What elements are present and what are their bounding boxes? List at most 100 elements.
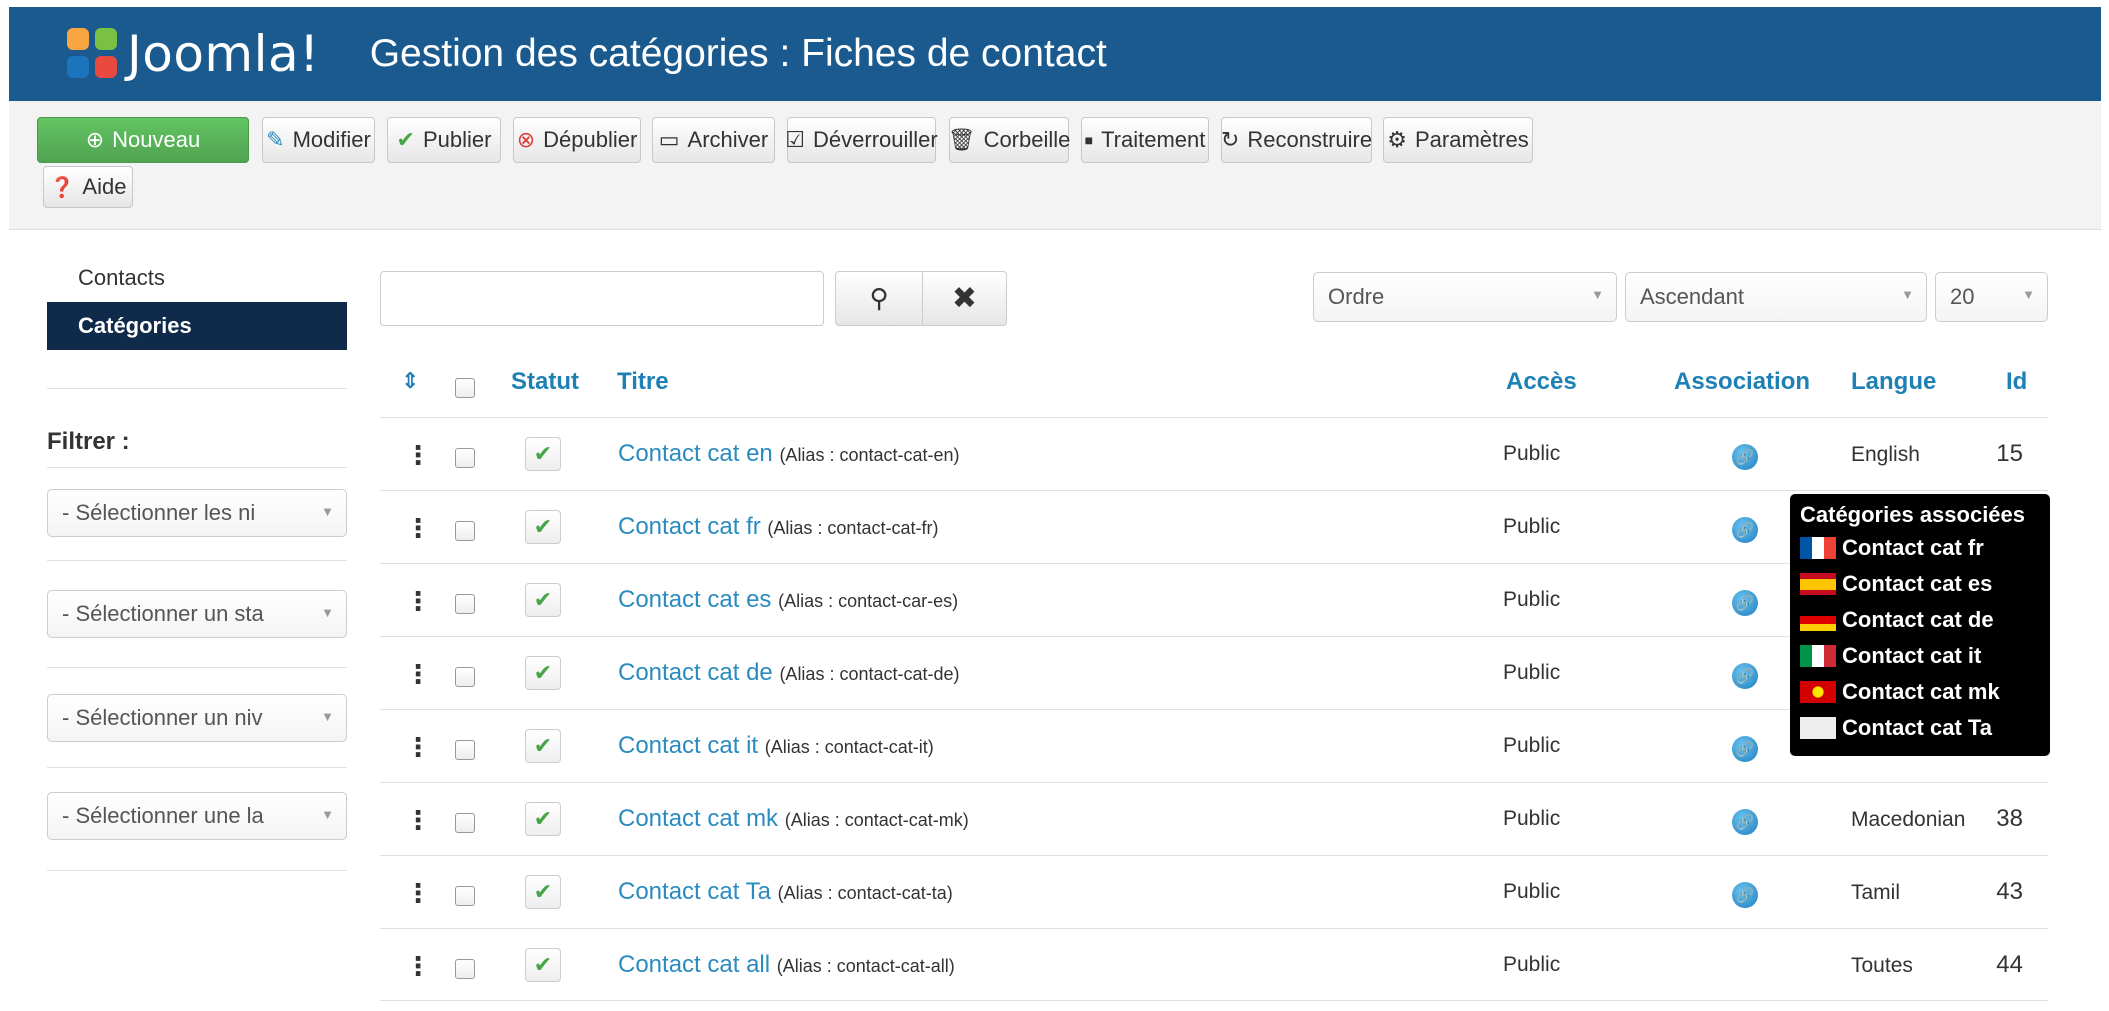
new-button-label: Nouveau <box>112 127 201 152</box>
filter-access-select[interactable]: - Sélectionner un niv ▼ <box>47 694 347 742</box>
published-toggle[interactable]: ✔ <box>525 583 561 617</box>
alias-text: (Alias : contact-cat-en) <box>779 445 960 465</box>
association-icon[interactable]: 🔗 <box>1732 736 1758 762</box>
sidebar-item-contacts[interactable]: Contacts <box>47 254 347 302</box>
new-button[interactable]: ⊕ Nouveau <box>37 117 249 163</box>
check-icon: ✔ <box>396 127 415 152</box>
rebuild-button-label: Reconstruire <box>1247 127 1373 152</box>
filter-language-select[interactable]: - Sélectionner une la ▼ <box>47 792 347 840</box>
unpublish-button[interactable]: ⊗ Dépublier <box>513 117 641 163</box>
batch-button[interactable]: ■ Traitement <box>1081 117 1209 163</box>
edit-button[interactable]: ✎ Modifier <box>262 117 375 163</box>
joomla-logo[interactable]: Joomla! <box>65 25 320 83</box>
category-title-link[interactable]: Contact cat es <box>618 586 771 613</box>
category-title-link[interactable]: Contact cat it <box>618 732 758 759</box>
drag-handle-icon[interactable]: ⋮ <box>405 513 431 544</box>
category-title-link[interactable]: Contact cat en <box>618 440 773 467</box>
published-toggle[interactable]: ✔ <box>525 656 561 690</box>
association-icon[interactable]: 🔗 <box>1732 882 1758 908</box>
language-cell: English <box>1851 443 1920 466</box>
limit-select[interactable]: 20 ▼ <box>1935 272 2048 322</box>
divider <box>47 388 347 389</box>
search-button[interactable]: ⚲ <box>835 271 923 326</box>
close-icon: ✖ <box>951 282 978 315</box>
category-title-link[interactable]: Contact cat mk <box>618 805 778 832</box>
category-title-link[interactable]: Contact cat Ta <box>618 878 771 905</box>
published-toggle[interactable]: ✔ <box>525 437 561 471</box>
caret-down-icon: ▼ <box>321 709 334 724</box>
access-cell: Public <box>1503 588 1561 611</box>
row-checkbox[interactable] <box>455 740 475 760</box>
row-checkbox[interactable] <box>455 594 475 614</box>
sidebar-item-categories[interactable]: Catégories <box>47 302 347 350</box>
select-value: Ordre <box>1328 284 1385 309</box>
header-access[interactable]: Accès <box>1506 368 1577 396</box>
drag-handle-icon[interactable]: ⋮ <box>405 440 431 471</box>
refresh-icon: ↻ <box>1220 127 1240 152</box>
select-value: - Sélectionner un niv <box>62 705 263 730</box>
caret-down-icon: ▼ <box>321 605 334 620</box>
tooltip-item: Contact cat it <box>1800 638 2040 674</box>
flag-fr-icon <box>1800 537 1836 559</box>
row-checkbox[interactable] <box>455 959 475 979</box>
row-checkbox[interactable] <box>455 448 475 468</box>
header-title[interactable]: Titre <box>617 368 669 396</box>
tooltip-item: Contact cat es <box>1800 566 2040 602</box>
drag-handle-icon[interactable]: ⋮ <box>405 586 431 617</box>
row-checkbox[interactable] <box>455 521 475 541</box>
check-all-checkbox[interactable] <box>455 378 475 398</box>
header-association[interactable]: Association <box>1674 368 1810 396</box>
tooltip-item-label: Contact cat mk <box>1842 679 2000 704</box>
rebuild-button[interactable]: ↻ Reconstruire <box>1221 117 1372 163</box>
check-icon: ✔ <box>533 660 553 685</box>
checkin-button[interactable]: ☑ Déverrouiller <box>785 117 938 163</box>
drag-handle-icon[interactable]: ⋮ <box>405 732 431 763</box>
drag-handle-icon[interactable]: ⋮ <box>405 951 431 982</box>
help-button[interactable]: ❓ Aide <box>43 166 133 208</box>
options-button-label: Paramètres <box>1415 127 1529 152</box>
published-toggle[interactable]: ✔ <box>525 510 561 544</box>
title-cell: Contact cat Ta (Alias : contact-cat-ta) <box>618 878 953 906</box>
options-button[interactable]: ⚙ Paramètres <box>1383 117 1533 163</box>
sort-ordering-icon[interactable]: ⇕ <box>401 368 419 394</box>
association-icon[interactable]: 🔗 <box>1732 809 1758 835</box>
category-title-link[interactable]: Contact cat all <box>618 951 770 978</box>
association-icon[interactable]: 🔗 <box>1732 517 1758 543</box>
direction-select[interactable]: Ascendant ▼ <box>1625 272 1927 322</box>
id-cell: 44 <box>1996 951 2023 978</box>
drag-handle-icon[interactable]: ⋮ <box>405 659 431 690</box>
publish-button[interactable]: ✔ Publier <box>387 117 501 163</box>
divider <box>47 870 347 871</box>
row-checkbox[interactable] <box>455 886 475 906</box>
association-icon[interactable]: 🔗 <box>1732 590 1758 616</box>
association-icon[interactable]: 🔗 <box>1732 663 1758 689</box>
published-toggle[interactable]: ✔ <box>525 729 561 763</box>
header-status[interactable]: Statut <box>511 368 579 396</box>
trash-button[interactable]: 🗑 Corbeille <box>947 117 1070 163</box>
header-id[interactable]: Id <box>2006 368 2027 396</box>
filter-max-levels-select[interactable]: - Sélectionner les ni ▼ <box>47 489 347 537</box>
alias-text: (Alias : contact-cat-all) <box>776 956 955 976</box>
clear-search-button[interactable]: ✖ <box>922 271 1007 326</box>
filter-status-select[interactable]: - Sélectionner un sta ▼ <box>47 590 347 638</box>
ordering-select[interactable]: Ordre ▼ <box>1313 272 1617 322</box>
filter-heading: Filtrer : <box>47 428 130 455</box>
archive-button[interactable]: ▭ Archiver <box>652 117 775 163</box>
category-title-link[interactable]: Contact cat fr <box>618 513 761 540</box>
tooltip-title: Catégories associées <box>1800 502 2026 527</box>
search-input[interactable] <box>380 271 824 326</box>
row-checkbox[interactable] <box>455 667 475 687</box>
row-checkbox[interactable] <box>455 813 475 833</box>
select-value: - Sélectionner une la <box>62 803 264 828</box>
association-icon[interactable]: 🔗 <box>1732 444 1758 470</box>
published-toggle[interactable]: ✔ <box>525 875 561 909</box>
drag-handle-icon[interactable]: ⋮ <box>405 805 431 836</box>
header-language[interactable]: Langue <box>1851 368 1936 396</box>
drag-handle-icon[interactable]: ⋮ <box>405 878 431 909</box>
category-title-link[interactable]: Contact cat de <box>618 659 773 686</box>
alias-text: (Alias : contact-cat-mk) <box>784 810 969 830</box>
trash-icon: 🗑 <box>947 127 976 152</box>
published-toggle[interactable]: ✔ <box>525 802 561 836</box>
title-cell: Contact cat en (Alias : contact-cat-en) <box>618 440 960 468</box>
published-toggle[interactable]: ✔ <box>525 948 561 982</box>
